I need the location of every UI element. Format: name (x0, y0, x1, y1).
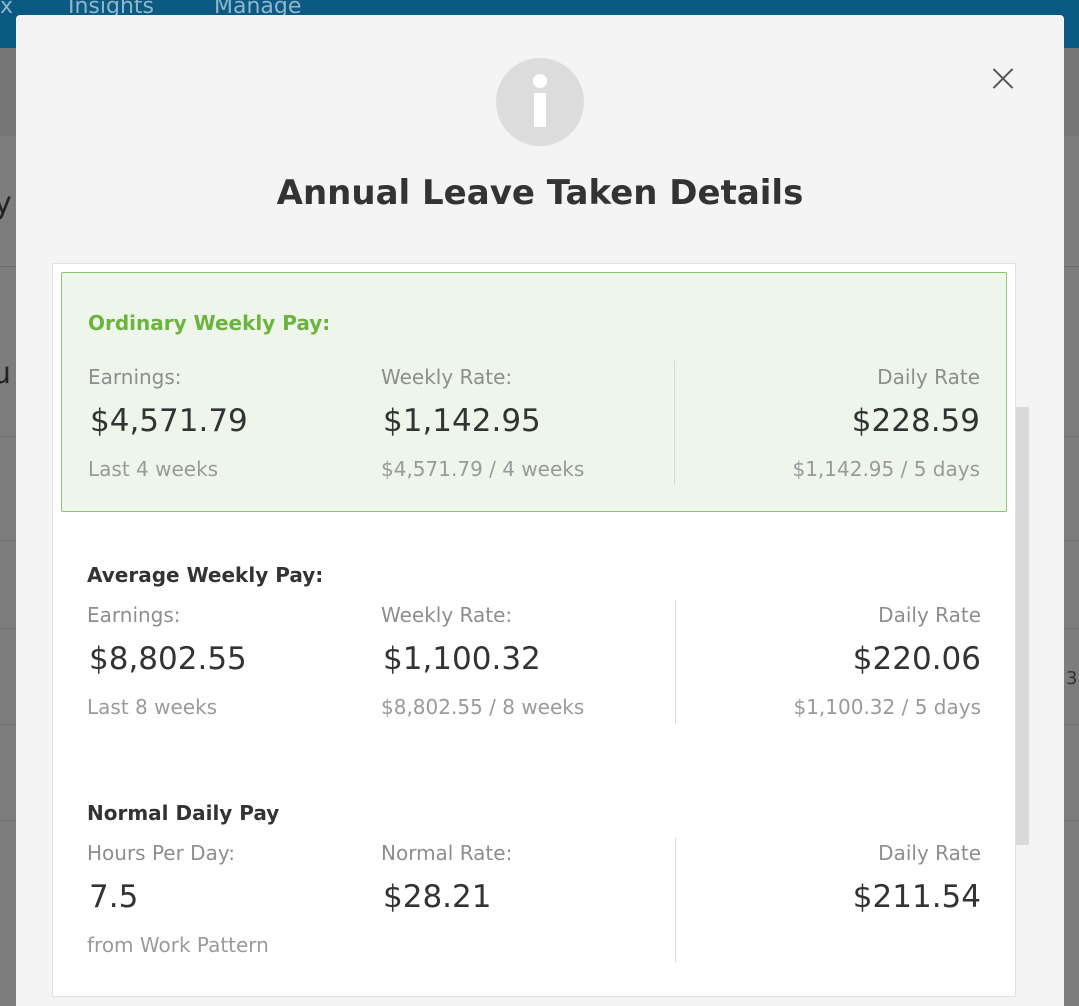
modal-title: Annual Leave Taken Details (276, 173, 804, 213)
daily-rate-value: $228.59 (851, 403, 980, 439)
column-divider (674, 361, 675, 485)
scrollbar-thumb[interactable] (1016, 407, 1029, 845)
close-icon[interactable] (988, 63, 1018, 93)
hours-per-day-sub: from Work Pattern (87, 933, 269, 957)
column-divider (675, 838, 676, 962)
earnings-label: Earnings: (87, 603, 181, 627)
earnings-value: $4,571.79 (90, 403, 248, 439)
section-title: Normal Daily Pay (87, 801, 280, 825)
bg-text-fragment: u (0, 356, 12, 391)
hours-per-day-label: Hours Per Day: (87, 841, 235, 865)
daily-rate-sub: $1,100.32 / 5 days (793, 695, 981, 719)
section-title: Ordinary Weekly Pay: (88, 311, 331, 335)
weekly-rate-sub: $8,802.55 / 8 weeks (381, 695, 585, 719)
daily-rate-label: Daily Rate (878, 841, 981, 865)
weekly-rate-value: $1,142.95 (383, 403, 541, 439)
normal-daily-pay-section: Normal Daily Pay Hours Per Day: 7.5 from… (61, 753, 1007, 985)
weekly-rate-label: Weekly Rate: (381, 365, 513, 389)
weekly-rate-value: $1,100.32 (383, 641, 541, 677)
normal-rate-value: $28.21 (383, 879, 492, 915)
earnings-sub: Last 8 weeks (87, 695, 218, 719)
daily-rate-label: Daily Rate (877, 365, 980, 389)
earnings-value: $8,802.55 (89, 641, 247, 677)
daily-rate-sub: $1,142.95 / 5 days (792, 457, 980, 481)
weekly-rate-sub: $4,571.79 / 4 weeks (381, 457, 585, 481)
bg-text-fragment: 3 (1066, 668, 1078, 689)
column-divider (675, 600, 676, 724)
weekly-rate-label: Weekly Rate: (381, 603, 513, 627)
section-title: Average Weekly Pay: (87, 563, 324, 587)
daily-rate-label: Daily Rate (878, 603, 981, 627)
hours-per-day-value: 7.5 (89, 879, 139, 915)
info-icon (496, 58, 584, 146)
earnings-label: Earnings: (88, 365, 182, 389)
ordinary-weekly-pay-section: Ordinary Weekly Pay: Earnings: $4,571.79… (61, 272, 1007, 512)
daily-rate-value: $211.54 (852, 879, 981, 915)
normal-rate-label: Normal Rate: (381, 841, 513, 865)
daily-rate-value: $220.06 (852, 641, 981, 677)
average-weekly-pay-section: Average Weekly Pay: Earnings: $8,802.55 … (61, 515, 1007, 743)
nav-item-x[interactable]: x (0, 0, 13, 19)
earnings-sub: Last 4 weeks (88, 457, 219, 481)
bg-text-fragment: y (0, 186, 12, 221)
